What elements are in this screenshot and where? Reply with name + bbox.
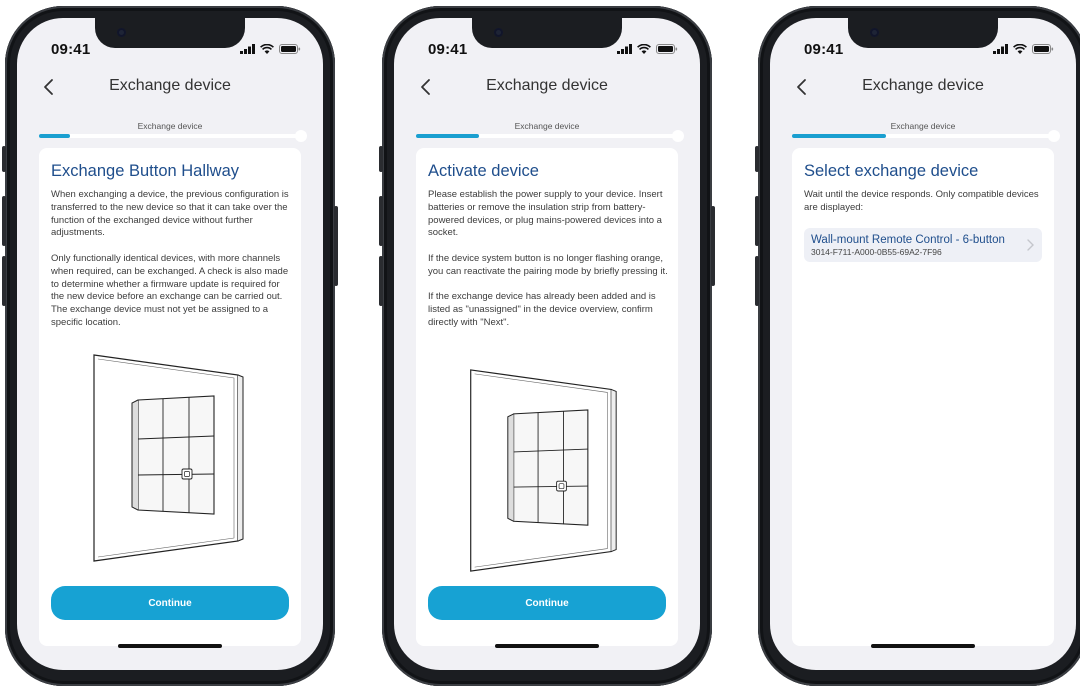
nav-title: Exchange device xyxy=(109,77,231,94)
mute-switch xyxy=(379,146,383,172)
progress-fill xyxy=(792,134,887,138)
progress-track xyxy=(792,130,1060,142)
phone-frame-3: 09:41 Exchange device Exchange device Se… xyxy=(755,6,1080,686)
phone-frame-2: 09:41 Exchange device Exchange device Ac… xyxy=(379,6,715,686)
progress-track xyxy=(39,130,307,142)
volume-up-button xyxy=(379,196,383,246)
status-time: 09:41 xyxy=(428,41,468,58)
home-indicator[interactable] xyxy=(118,644,222,648)
card-body-text: Please establish the power supply to you… xyxy=(428,189,668,328)
progress-track xyxy=(416,130,684,142)
notch xyxy=(95,18,245,48)
continue-button[interactable]: Continue xyxy=(428,586,666,620)
phone-screen: 09:41 Exchange device Exchange device Ex… xyxy=(17,18,323,670)
card-body-text: When exchanging a device, the previous c… xyxy=(51,189,289,328)
progress-end-dot xyxy=(672,130,684,142)
status-icons xyxy=(617,44,678,54)
volume-up-button xyxy=(755,196,759,246)
wifi-icon xyxy=(1013,44,1027,54)
wifi-icon xyxy=(637,44,651,54)
battery-icon xyxy=(656,44,678,54)
step-label: Exchange device xyxy=(137,121,203,131)
cellular-signal-icon xyxy=(617,44,632,54)
status-icons xyxy=(240,44,301,54)
card-title: Activate device xyxy=(428,162,539,180)
chevron-right-icon xyxy=(1027,239,1034,251)
step-label: Exchange device xyxy=(890,121,956,131)
battery-icon xyxy=(279,44,301,54)
volume-down-button xyxy=(2,256,6,306)
volume-down-button xyxy=(379,256,383,306)
continue-button[interactable]: Continue xyxy=(51,586,289,620)
wall-switch-illustration xyxy=(470,369,617,572)
front-camera xyxy=(117,28,126,37)
wall-switch-illustration xyxy=(93,354,244,562)
power-button xyxy=(711,206,715,286)
progress-end-dot xyxy=(1048,130,1060,142)
mute-switch xyxy=(2,146,6,172)
progress-fill xyxy=(416,134,479,138)
status-icons xyxy=(993,44,1054,54)
mute-switch xyxy=(755,146,759,172)
power-button xyxy=(334,206,338,286)
home-indicator[interactable] xyxy=(495,644,599,648)
nav-title: Exchange device xyxy=(862,77,984,94)
wifi-icon xyxy=(260,44,274,54)
card-title: Exchange Button Hallway xyxy=(51,162,240,180)
progress-fill xyxy=(39,134,71,138)
notch xyxy=(848,18,998,48)
step-label: Exchange device xyxy=(514,121,580,131)
progress-end-dot xyxy=(295,130,307,142)
front-camera xyxy=(870,28,879,37)
volume-down-button xyxy=(755,256,759,306)
device-list-item[interactable]: Wall-mount Remote Control - 6-button 301… xyxy=(804,228,1042,262)
content-card: Exchange Button Hallway When exchanging … xyxy=(39,148,301,646)
status-time: 09:41 xyxy=(51,41,91,58)
volume-up-button xyxy=(2,196,6,246)
home-indicator[interactable] xyxy=(871,644,975,648)
card-title: Select exchange device xyxy=(804,162,979,180)
status-time: 09:41 xyxy=(804,41,844,58)
notch xyxy=(472,18,622,48)
content-card: Activate device Please establish the pow… xyxy=(416,148,678,646)
cellular-signal-icon xyxy=(993,44,1008,54)
front-camera xyxy=(494,28,503,37)
battery-icon xyxy=(1032,44,1054,54)
content-card: Select exchange device Wait until the de… xyxy=(792,148,1054,646)
card-body-text: Wait until the device responds. Only com… xyxy=(804,189,1039,213)
device-id: 3014-F711-A000-0B55-69A2-7F96 xyxy=(811,247,942,257)
phone-screen: 09:41 Exchange device Exchange device Ac… xyxy=(394,18,700,670)
phone-screen: 09:41 Exchange device Exchange device Se… xyxy=(770,18,1076,670)
phone-frame-1: 09:41 Exchange device Exchange device Ex… xyxy=(2,6,338,686)
nav-title: Exchange device xyxy=(486,77,608,94)
cellular-signal-icon xyxy=(240,44,255,54)
device-name: Wall-mount Remote Control - 6-button xyxy=(811,234,1005,246)
